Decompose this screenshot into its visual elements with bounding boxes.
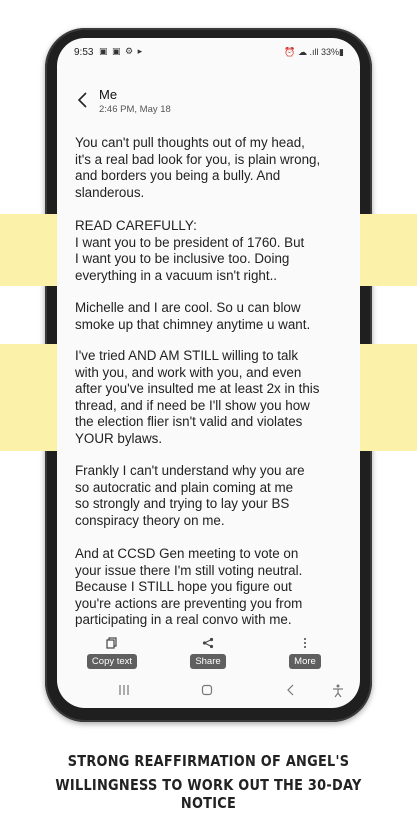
message-timestamp: 2:46 PM, May 18: [99, 104, 171, 115]
message-paragraph-2: READ CAREFULLY: I want you to be preside…: [75, 218, 305, 283]
back-arrow-icon[interactable]: [75, 90, 91, 110]
message-paragraph-3: Michelle and I are cool. So u can blow s…: [75, 300, 311, 332]
caption-line-2: WILLINGNESS TO WORK OUT THE 30-DAY NOTIC…: [55, 776, 362, 812]
message-paragraph-6: And at CCSD Gen meeting to vote on your …: [75, 546, 303, 627]
status-time: 9:53: [74, 47, 94, 58]
contact-name: Me: [99, 87, 118, 102]
message-paragraph-5: Frankly I can't understand why you are s…: [75, 463, 305, 528]
notification-icons: ▣ ▣ ⚙ ▸: [99, 46, 144, 56]
conversation-header: Me 2:46 PM, May 18: [57, 82, 360, 122]
caption-line-1: STRONG REAFFIRMATION OF ANGEL'S: [67, 752, 350, 770]
status-bar: 9:53 ▣ ▣ ⚙ ▸ ⏰ ☁ .ıll 33%▮: [57, 38, 360, 66]
message-paragraph-4: I've tried AND AM STILL willing to talk …: [75, 348, 320, 446]
message-paragraph-1: You can't pull thoughts out of my head, …: [75, 135, 321, 200]
system-status-icons: ⏰ ☁ .ıll 33%▮: [284, 47, 344, 57]
